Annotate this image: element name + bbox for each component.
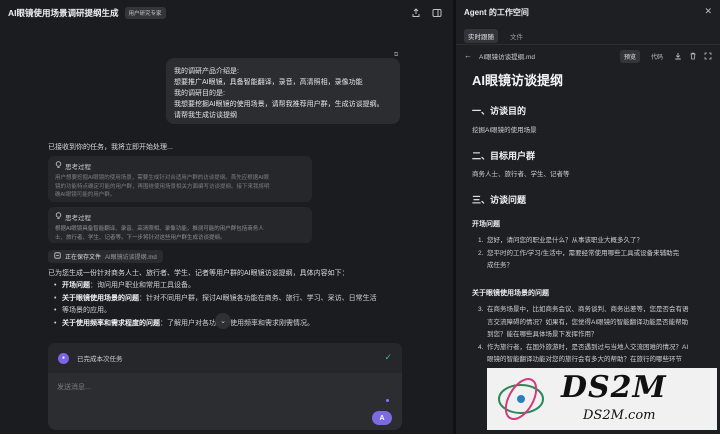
share-icon[interactable] bbox=[410, 7, 421, 18]
list-item: 1. 您好，请问您的职业是什么？从事该职业大概多久了？ bbox=[478, 235, 710, 248]
user-message-line: 我的调研目的是: bbox=[174, 90, 225, 97]
chat-header: AI眼镜使用场景调研提纲生成 用户研究专家 bbox=[0, 0, 452, 26]
check-icon: ✓ bbox=[384, 352, 392, 362]
tab-files[interactable]: 文件 bbox=[506, 29, 527, 43]
section-text: 商务人士、旅行者、学生、记者等 bbox=[472, 171, 570, 178]
bullet-bold: 关于使用频率和需求程度的问题 bbox=[62, 319, 160, 327]
saving-file-chip[interactable]: 正在保存文件 AI眼镜访谈提纲.md bbox=[48, 250, 163, 263]
user-message-line: 我想要挖掘AI眼镜的使用场景，请帮我推荐用户群，生成访谈提纲。 bbox=[174, 101, 384, 108]
bullet-text: 等场景的应用。 bbox=[62, 307, 111, 314]
thinking-line: 用户想要挖掘AI眼镜的使用场景，需要生成针对合适用户群的访谈提纲。首先应根据AI… bbox=[55, 175, 269, 181]
item-text: 言交流障碍的情况？如果有，您觉得AI眼镜的智能翻译功能是否能帮助 bbox=[487, 318, 689, 326]
thinking-line: 镜的功能特点确定可能的用户群，再围绕使用场景相关方面编写访谈提纲。接下来我将明 bbox=[55, 183, 270, 190]
bullet-bold: 关于眼镜使用场景的问题 bbox=[62, 294, 139, 302]
bullet-text: ：询问用户职业和常用工具设备。 bbox=[90, 282, 195, 289]
thinking-line: 根据AI眼镜具备智能翻译、录音、高清照相、录像功能，推测可能的用户群包括商务人 bbox=[55, 226, 264, 232]
delete-icon[interactable] bbox=[689, 52, 697, 62]
thinking-label: 思考过程 bbox=[65, 215, 91, 222]
list-item: 开场问题：询问用户职业和常用工具设备。 bbox=[54, 280, 406, 293]
list-item: 4. 作为旅行者，在国外旅游时，是否遇到过与当地人交流困难的情况？AI bbox=[478, 342, 710, 355]
thinking-label: 思考过程 bbox=[65, 164, 91, 171]
section-heading: 一、访谈目的 bbox=[472, 106, 527, 116]
item-text: 眼镜的智能翻译功能对您的旅行会有多大的帮助？在旅行的哪些环节 bbox=[487, 356, 682, 363]
download-icon[interactable] bbox=[674, 52, 682, 62]
item-text: 成任务？ bbox=[487, 262, 513, 269]
scroll-down-button[interactable]: ⌄ bbox=[215, 313, 231, 329]
thinking-line: 确AI眼镜可能的用户群。 bbox=[55, 192, 116, 198]
list-item: 到您？能在哪些具体场景下发挥作用？ bbox=[478, 329, 710, 342]
agent-icon: ● bbox=[58, 352, 69, 364]
result-summary: 已为您生成一份针对商务人士、旅行者、学生、记者等用户群的AI眼镜访谈提纲，具体内… bbox=[48, 270, 349, 277]
thinking-line: 士、旅行者、学生、记者等。下一步将针对这些用户群生成访谈提纲。 bbox=[55, 234, 226, 241]
tab-live-follow[interactable]: 实时跟随 bbox=[464, 29, 498, 43]
list-item: 关于眼镜使用场景的问题：针对不同用户群，探讨AI眼镜各功能在商务、旅行、学习、采… bbox=[54, 293, 406, 306]
question-list: 1. 您好，请问您的职业是什么？从事该职业大概多久了？ 2. 您平时的工作/学习/生… bbox=[478, 235, 710, 273]
file-name: AI眼镜访谈提纲.md bbox=[479, 53, 535, 61]
lightbulb-icon bbox=[55, 212, 62, 222]
subsection-heading: 关于眼镜使用场景的问题 bbox=[472, 290, 549, 297]
question-list: 3. 在商务场景中，比如商务会议、商务谈判、商务出差等，您是否会有语 言交流障碍的… bbox=[478, 304, 710, 367]
chat-title: AI眼镜使用场景调研提纲生成 bbox=[8, 8, 119, 18]
code-button[interactable]: 代码 bbox=[647, 50, 667, 63]
item-text: 您好，请问您的职业是什么？从事该职业大概多久了？ bbox=[487, 237, 643, 244]
thinking-text: 用户想要挖掘AI眼镜的使用场景，需要生成针对合适用户群的访谈提纲。首先应根据AI… bbox=[55, 174, 305, 200]
subsection-heading: 开场问题 bbox=[472, 221, 500, 228]
close-icon[interactable]: ✕ bbox=[704, 6, 712, 17]
message-input[interactable] bbox=[57, 380, 357, 394]
item-number: 1. bbox=[478, 237, 484, 244]
item-number: 4. bbox=[478, 343, 484, 351]
saving-filename: AI眼镜访谈提纲.md bbox=[105, 255, 157, 261]
workspace-title: Agent 的工作空间 bbox=[464, 8, 529, 17]
thinking-text: 根据AI眼镜具备智能翻译、录音、高清照相、录像功能，推测可能的用户群包括商务人 … bbox=[55, 225, 305, 242]
role-badge: 用户研究专家 bbox=[124, 7, 166, 19]
item-text: 在商务场景中，比如商务会议、商务谈判、商务出差等，您是否会有语 bbox=[487, 306, 689, 313]
lightbulb-icon bbox=[55, 161, 62, 171]
item-text: 到您？能在哪些具体场景下发挥作用？ bbox=[487, 331, 598, 338]
expand-icon[interactable] bbox=[704, 52, 712, 62]
list-item: 2. 您平时的工作/学习/生活中，需要经常使用哪些工具或设备来辅助完 bbox=[478, 248, 710, 261]
saving-label: 正在保存文件 bbox=[65, 255, 102, 261]
task-status-bar: ● 已完成本次任务 ✓ bbox=[48, 343, 402, 373]
user-message: 我的调研产品介绍是: 想要推广AI眼镜，具备智能翻译，录音，高清照相，录像功能 … bbox=[166, 58, 400, 124]
ack-message: 已接收到你的任务，我将立即开始处理... bbox=[48, 144, 173, 151]
chat-panel: AI眼镜使用场景调研提纲生成 用户研究专家 ⧉ 我的调研产品介绍是: 想要推广A… bbox=[0, 0, 452, 434]
user-message-line: 我的调研产品介绍是: bbox=[174, 68, 239, 75]
list-item: 言交流障碍的情况？如果有，您觉得AI眼镜的智能翻译功能是否能帮助 bbox=[478, 317, 710, 330]
watermark-brand: DS2M bbox=[561, 370, 667, 405]
bullet-text: ：针对不同用户群，探讨AI眼镜各功能在商务、旅行、学习、采访、日常生活 bbox=[139, 294, 377, 302]
back-arrow-icon[interactable]: ← bbox=[464, 51, 472, 60]
list-item-continuation: 等场景的应用。 bbox=[54, 305, 406, 318]
watermark-logo: DS2M DS2M.com bbox=[487, 368, 717, 430]
thinking-block[interactable]: 思考过程 根据AI眼镜具备智能翻译、录音、高清照相、录像功能，推测可能的用户群包… bbox=[48, 207, 312, 243]
user-message-line: 想要推广AI眼镜，具备智能翻译，录音，高清照相，录像功能 bbox=[174, 79, 363, 86]
section-heading: 二、目标用户群 bbox=[472, 151, 536, 161]
send-button[interactable]: A bbox=[372, 411, 392, 425]
task-status-label: 已完成本次任务 bbox=[77, 356, 123, 363]
item-text: 作为旅行者，在国外旅游时，是否遇到过与当地人交流困难的情况？AI bbox=[487, 343, 689, 351]
list-item: 3. 在商务场景中，比如商务会议、商务谈判、商务出差等，您是否会有语 bbox=[478, 304, 710, 317]
item-number: 2. bbox=[478, 249, 484, 257]
bullet-text: ：了解用户对各功能的使用频率和需求刚需情况。 bbox=[160, 319, 314, 327]
status-dot bbox=[386, 399, 389, 402]
item-text: 您平时的工作/学习/生活中，需要经常使用哪些工具或设备来辅助完 bbox=[487, 249, 680, 257]
message-composer: A bbox=[48, 373, 402, 430]
watermark-url: DS2M.com bbox=[583, 408, 656, 423]
list-item: 眼镜的智能翻译功能对您的旅行会有多大的帮助？在旅行的哪些环节 bbox=[478, 354, 710, 367]
bullet-bold: 开场问题 bbox=[62, 282, 90, 289]
item-number: 3. bbox=[478, 306, 484, 313]
section-text: 挖掘AI眼镜的使用场景 bbox=[472, 127, 537, 134]
doc-title: AI眼镜访谈提纲 bbox=[472, 73, 564, 88]
chevron-down-icon: ⌄ bbox=[220, 318, 226, 325]
section-heading: 三、访谈问题 bbox=[472, 195, 527, 205]
workspace-tabs: 实时跟随 文件 bbox=[464, 29, 527, 43]
file-toolbar: ← AI眼镜访谈提纲.md 预览 代码 bbox=[456, 44, 720, 66]
preview-button[interactable]: 预览 bbox=[619, 50, 640, 63]
user-message-line: 请帮我生成访谈提纲 bbox=[174, 112, 237, 119]
thinking-block[interactable]: 思考过程 用户想要挖掘AI眼镜的使用场景，需要生成针对合适用户群的访谈提纲。首先… bbox=[48, 156, 312, 202]
list-item: 成任务？ bbox=[478, 260, 710, 273]
file-icon bbox=[54, 252, 61, 261]
panel-toggle-icon[interactable] bbox=[431, 7, 442, 18]
